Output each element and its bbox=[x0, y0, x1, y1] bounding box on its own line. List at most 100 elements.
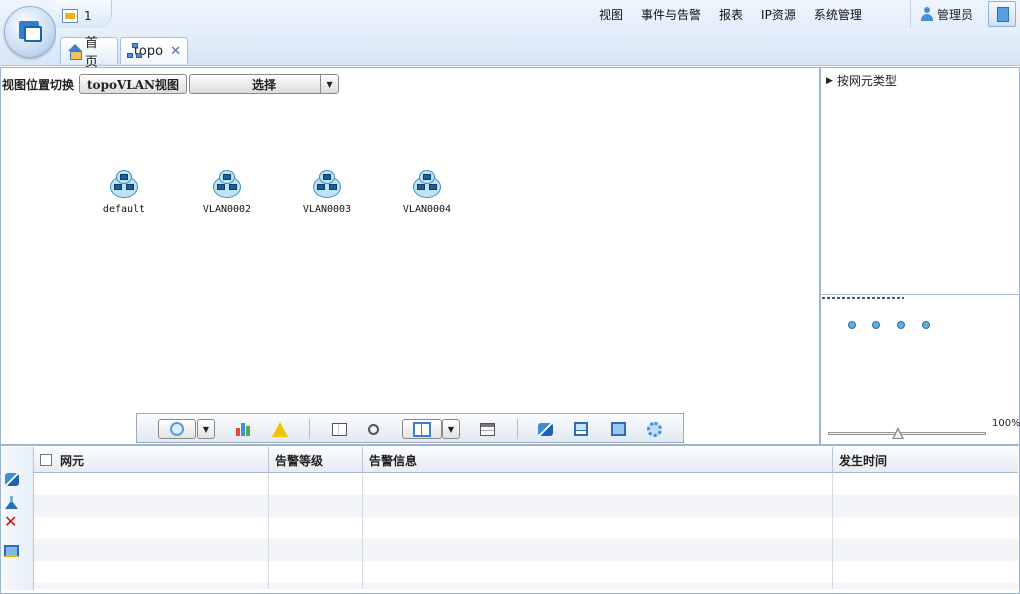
nav-ip-resources[interactable]: IP资源 bbox=[752, 6, 805, 23]
overview-node bbox=[922, 321, 930, 329]
tree-item-label: 按网元类型 bbox=[836, 74, 897, 88]
exit-icon bbox=[997, 7, 1009, 22]
column-divider bbox=[268, 473, 269, 589]
toolbar-separator bbox=[309, 419, 310, 439]
zoom-slider[interactable] bbox=[828, 432, 986, 435]
table-row bbox=[34, 473, 1018, 495]
network-cloud-icon bbox=[310, 168, 344, 200]
export-icon bbox=[610, 422, 626, 436]
window-icon bbox=[479, 422, 495, 436]
tab-topo[interactable]: topo ✕ bbox=[120, 37, 188, 64]
network-cloud-icon bbox=[210, 168, 244, 200]
tab-home[interactable]: 首 页 bbox=[60, 36, 118, 70]
overview-viewport bbox=[822, 297, 904, 299]
panel-button[interactable] bbox=[329, 419, 349, 439]
column-alarm-info[interactable]: 告警信息 bbox=[363, 447, 833, 473]
save-icon bbox=[574, 422, 588, 436]
save-button[interactable] bbox=[571, 419, 591, 439]
user-name: 管理员 bbox=[937, 7, 974, 22]
network-cloud-icon bbox=[410, 168, 444, 200]
toolbar-separator bbox=[517, 419, 518, 439]
user-menu[interactable]: 管理员 bbox=[910, 0, 986, 28]
select-all-checkbox[interactable] bbox=[40, 454, 52, 466]
alarm-button[interactable] bbox=[269, 419, 291, 439]
delete-alarm-button[interactable]: ✕ bbox=[4, 512, 20, 531]
view-switch-bar: 视图位置切换 topoVLAN视图 选择 ▼ bbox=[2, 72, 340, 96]
gear-icon bbox=[646, 421, 662, 437]
delete-icon: ✕ bbox=[4, 512, 18, 531]
view-toggle-button[interactable] bbox=[402, 419, 442, 439]
home-icon bbox=[67, 44, 82, 60]
app-logo[interactable] bbox=[4, 6, 56, 58]
bar-chart-icon bbox=[236, 422, 250, 436]
column-occur-time[interactable]: 发生时间 bbox=[833, 447, 1018, 473]
broom-icon bbox=[5, 496, 18, 509]
view-toggle-icon bbox=[413, 421, 431, 437]
vlan-view-button[interactable]: topoVLAN视图 bbox=[79, 74, 188, 94]
settings-button[interactable] bbox=[644, 419, 664, 439]
overview-node bbox=[872, 321, 880, 329]
clear-alarms-button[interactable] bbox=[5, 496, 21, 510]
column-divider bbox=[832, 473, 833, 589]
column-element[interactable]: 网元 bbox=[34, 447, 269, 473]
table-row bbox=[34, 539, 1018, 561]
nav-events-alarms[interactable]: 事件与告警 bbox=[632, 6, 710, 23]
nav-system-admin[interactable]: 系统管理 bbox=[805, 6, 871, 23]
node-label: VLAN0002 bbox=[202, 204, 252, 215]
warning-icon bbox=[272, 421, 288, 437]
chart-button[interactable] bbox=[233, 419, 253, 439]
column-alarm-info-label: 告警信息 bbox=[369, 453, 418, 468]
topology-node[interactable]: VLAN0003 bbox=[287, 168, 367, 215]
refresh-alarms-button[interactable] bbox=[5, 473, 21, 487]
notification-indicator[interactable]: 1 bbox=[62, 6, 92, 26]
topology-toolbar: ▼ ▼ bbox=[136, 413, 684, 443]
view-select[interactable]: 选择 ▼ bbox=[189, 74, 340, 94]
network-cloud-icon bbox=[107, 168, 141, 200]
layout-button[interactable] bbox=[158, 419, 196, 439]
top-navigation: 视图 事件与告警 报表 IP资源 系统管理 bbox=[590, 0, 871, 28]
search-button[interactable] bbox=[363, 419, 383, 439]
table-row bbox=[34, 561, 1018, 583]
view-switch-label: 视图位置切换 bbox=[2, 77, 75, 92]
zoom-slider-handle[interactable] bbox=[892, 427, 904, 439]
view-toggle-dropdown[interactable]: ▼ bbox=[442, 419, 460, 439]
message-icon bbox=[62, 9, 78, 23]
overview-node bbox=[848, 321, 856, 329]
node-label: default bbox=[102, 204, 146, 215]
zoom-level: 100% bbox=[992, 418, 1020, 429]
window-button[interactable] bbox=[477, 419, 497, 439]
panel-icon bbox=[331, 422, 347, 436]
layout-dropdown[interactable]: ▼ bbox=[197, 419, 215, 439]
tree-item-by-type[interactable]: ▶ 按网元类型 bbox=[826, 72, 897, 89]
export-button[interactable] bbox=[608, 419, 628, 439]
monitor-button[interactable] bbox=[4, 545, 20, 559]
view-select-value: 选择 bbox=[252, 77, 277, 92]
topology-canvas[interactable] bbox=[0, 67, 820, 445]
table-row bbox=[34, 517, 1018, 539]
tab-bar bbox=[56, 28, 1020, 65]
overview-node bbox=[897, 321, 905, 329]
column-alarm-level[interactable]: 告警等级 bbox=[269, 447, 363, 473]
table-row bbox=[34, 583, 1018, 589]
topology-node[interactable]: default bbox=[84, 168, 164, 215]
column-element-label: 网元 bbox=[60, 453, 85, 468]
refresh-icon bbox=[5, 473, 19, 486]
nav-reports[interactable]: 报表 bbox=[710, 6, 752, 23]
chevron-down-icon: ▼ bbox=[320, 75, 338, 93]
tab-home-label: 首 页 bbox=[84, 36, 98, 70]
user-icon bbox=[921, 7, 933, 21]
nav-view[interactable]: 视图 bbox=[590, 6, 632, 23]
overview-map[interactable] bbox=[820, 294, 1020, 445]
topology-node[interactable]: VLAN0002 bbox=[187, 168, 267, 215]
column-occur-time-label: 发生时间 bbox=[839, 453, 888, 468]
magnifier-icon bbox=[367, 423, 379, 435]
expand-arrow-icon: ▶ bbox=[826, 75, 833, 86]
refresh-button[interactable] bbox=[535, 419, 555, 439]
notification-count: 1 bbox=[84, 9, 92, 23]
node-label: VLAN0003 bbox=[302, 204, 352, 215]
refresh-icon bbox=[537, 422, 553, 436]
close-icon[interactable]: ✕ bbox=[170, 44, 181, 59]
topology-node[interactable]: VLAN0004 bbox=[387, 168, 467, 215]
logout-button[interactable] bbox=[988, 1, 1016, 27]
layout-icon bbox=[170, 422, 184, 436]
